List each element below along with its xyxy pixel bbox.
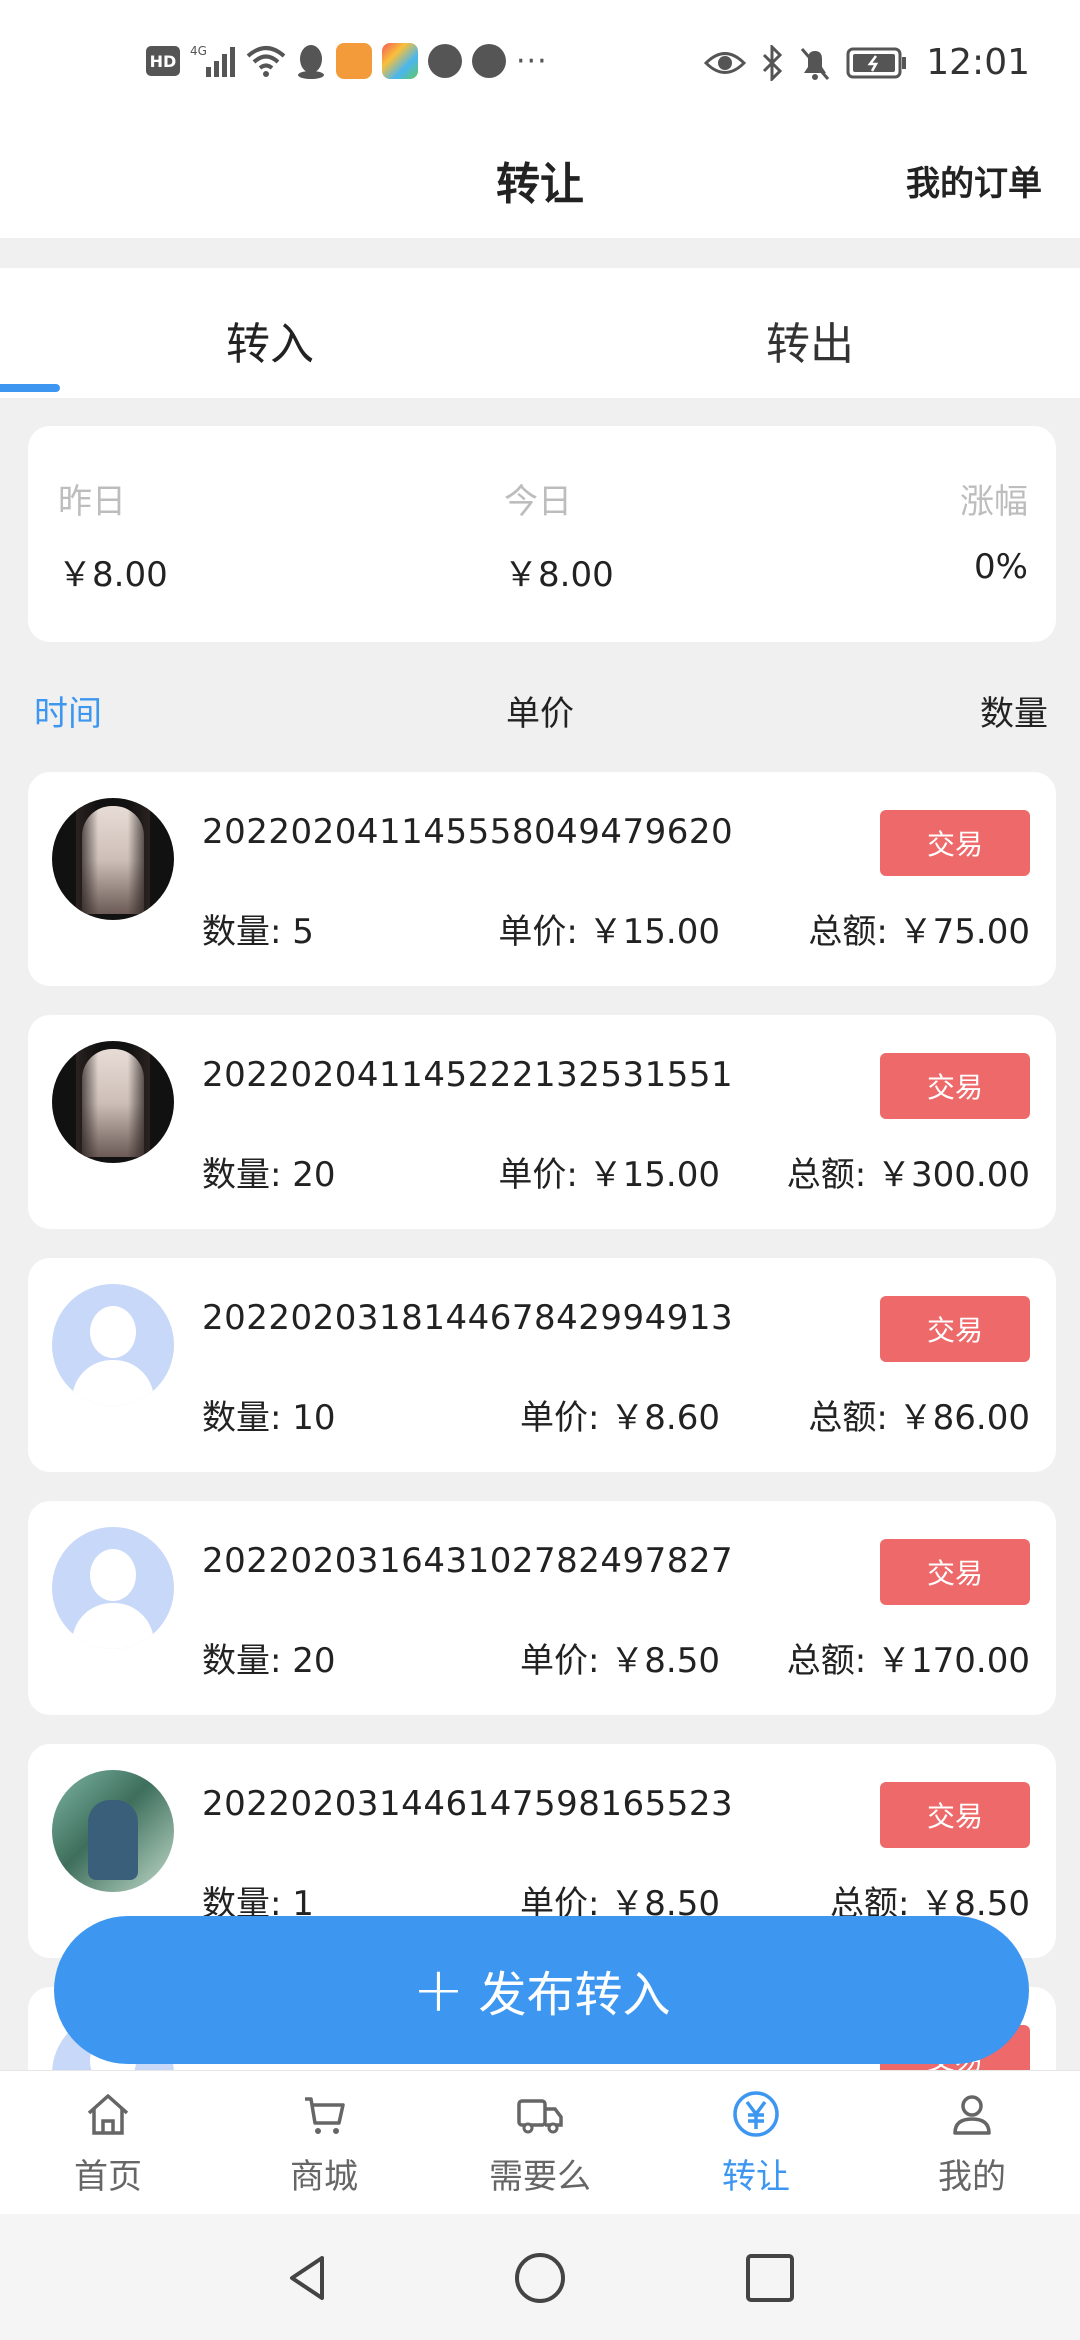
avatar (52, 1041, 174, 1163)
nav-item-me[interactable]: 我的 (864, 2089, 1080, 2198)
clock: 12:01 (926, 42, 1030, 83)
default-avatar-icon (52, 1284, 174, 1406)
sort-by-quantity[interactable]: 数量 (980, 686, 1048, 735)
svg-text:4G: 4G (190, 44, 207, 58)
hd-icon: HD (146, 42, 180, 80)
tab-bar: 转入 转出 (0, 268, 1080, 398)
default-avatar-icon (52, 1527, 174, 1649)
order-unit-price: 单价: ￥8.60 (520, 1398, 720, 1438)
trade-button[interactable]: 交易 (880, 1782, 1030, 1848)
order-quantity: 数量: 20 (202, 1641, 336, 1681)
home-icon (87, 2094, 129, 2135)
tab-transfer-in[interactable]: 转入 (0, 308, 540, 372)
publish-transfer-in-button[interactable]: + 发布转入 (54, 1916, 1029, 2064)
order-id: 2022020318144678429949​13 (202, 1298, 734, 1338)
tab-transfer-out[interactable]: 转出 (540, 308, 1080, 372)
summary-today-value: ￥8.00 (504, 555, 614, 595)
active-tab-indicator (0, 384, 60, 392)
recents-square-icon[interactable] (742, 2250, 798, 2306)
nav-label-transfer: 转让 (722, 2157, 790, 2197)
nav-item-mall[interactable]: 商城 (216, 2089, 432, 2198)
header: 转让 我的订单 (0, 120, 1080, 238)
trade-button[interactable]: 交易 (880, 810, 1030, 876)
signal-icon: 4G (190, 42, 236, 80)
trade-button[interactable]: 交易 (880, 1053, 1030, 1119)
globe-app-icon (472, 42, 506, 80)
avatar (52, 1770, 174, 1892)
order-unit-price: 单价: ￥15.00 (498, 1155, 720, 1195)
status-right: 12:01 (704, 42, 1030, 83)
order-id: 20220204114555804947962​0 (202, 812, 734, 852)
trade-button[interactable]: 交易 (880, 1296, 1030, 1362)
video-app-icon (336, 42, 372, 80)
order-total: 总额: ￥86.00 (808, 1398, 1030, 1438)
summary-change-label: 涨幅 (960, 482, 1028, 522)
back-icon[interactable] (280, 2250, 336, 2306)
nav-label-need: 需要么 (489, 2157, 591, 2197)
summary-yesterday: 昨日 ￥8.00 (58, 474, 168, 596)
status-left: HD 4G ··· (146, 42, 548, 80)
summary-change: 涨幅 0% (960, 474, 1028, 587)
user-icon (953, 2095, 991, 2135)
order-id: 2022020411452221325315​51 (202, 1055, 734, 1095)
home-circle-icon[interactable] (512, 2250, 568, 2306)
nav-label-me: 我的 (938, 2157, 1006, 2197)
nav-label-home: 首页 (74, 2157, 142, 2197)
price-summary-card: 昨日 ￥8.00 今日 ￥8.00 涨幅 0% (28, 426, 1056, 642)
more-notifications-icon: ··· (516, 43, 548, 79)
summary-today: 今日 ￥8.00 (504, 474, 614, 596)
eye-icon (704, 44, 747, 82)
qq-icon (296, 42, 326, 80)
summary-yesterday-label: 昨日 (58, 482, 126, 522)
bird-app-icon (428, 42, 462, 80)
status-bar: HD 4G ··· 12:01 (0, 0, 1080, 120)
order-card[interactable]: 2022020318144678429949​13 交易 数量: 10 单价: … (28, 1258, 1056, 1472)
publish-button-label: 发布转入 (478, 1967, 671, 2023)
order-total: 总额: ￥170.00 (786, 1641, 1030, 1681)
order-card[interactable]: 2022020316431027824978​27 交易 数量: 20 单价: … (28, 1501, 1056, 1715)
sort-by-price[interactable]: 单价 (0, 686, 1080, 735)
nav-item-need[interactable]: 需要么 (432, 2089, 648, 2198)
bottom-nav: 首页 商城 需要么 转让 我的 (0, 2070, 1080, 2214)
order-card[interactable]: 20220204114555804947962​0 交易 数量: 5 单价: ￥… (28, 772, 1056, 986)
mute-bell-icon (798, 44, 832, 82)
order-unit-price: 单价: ￥8.50 (520, 1641, 720, 1681)
wifi-icon (246, 42, 286, 80)
nav-label-mall: 商城 (290, 2157, 358, 2197)
order-card[interactable]: 2022020411452221325315​51 交易 数量: 20 单价: … (28, 1015, 1056, 1229)
order-id: 2022020316431027824978​27 (202, 1541, 734, 1581)
nav-item-home[interactable]: 首页 (0, 2089, 216, 2198)
truck-icon (517, 2099, 563, 2134)
order-quantity: 数量: 5 (202, 912, 314, 952)
order-unit-price: 单价: ￥15.00 (498, 912, 720, 952)
my-orders-link[interactable]: 我的订单 (906, 156, 1042, 205)
summary-yesterday-value: ￥8.00 (58, 555, 168, 595)
system-nav-bar (0, 2214, 1080, 2340)
colorful-app-icon (382, 42, 418, 80)
order-quantity: 数量: 10 (202, 1398, 336, 1438)
summary-today-label: 今日 (504, 482, 572, 522)
cart-icon (305, 2097, 345, 2134)
yen-icon (733, 2091, 779, 2137)
order-total: 总额: ￥75.00 (808, 912, 1030, 952)
avatar (52, 798, 174, 920)
order-id: 2022020314461475981655​23 (202, 1784, 734, 1824)
bluetooth-icon (760, 44, 784, 82)
nav-item-transfer[interactable]: 转让 (648, 2089, 864, 2198)
order-quantity: 数量: 20 (202, 1155, 336, 1195)
order-total: 总额: ￥300.00 (786, 1155, 1030, 1195)
battery-icon (846, 44, 908, 82)
summary-change-value: 0% (974, 547, 1028, 587)
plus-icon: + (412, 1953, 465, 2026)
trade-button[interactable]: 交易 (880, 1539, 1030, 1605)
